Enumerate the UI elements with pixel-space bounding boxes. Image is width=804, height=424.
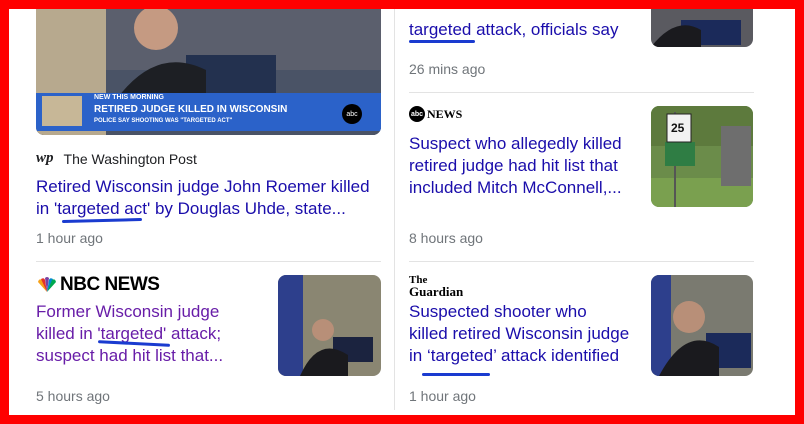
highlight-frame	[0, 0, 804, 424]
